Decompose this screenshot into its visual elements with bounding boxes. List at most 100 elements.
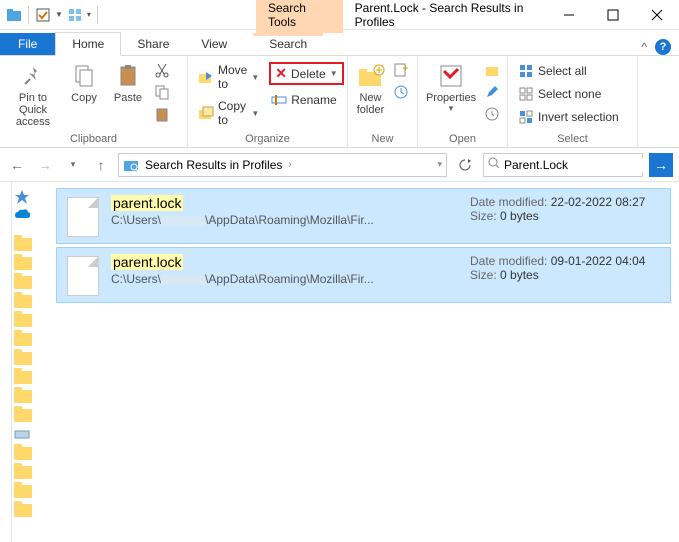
tree-folder[interactable] xyxy=(14,466,36,482)
address-dropdown-icon[interactable]: ▾ xyxy=(437,159,442,170)
group-label: Open xyxy=(418,133,507,145)
search-icon xyxy=(488,157,500,172)
tree-folder[interactable] xyxy=(14,314,36,330)
tab-home[interactable]: Home xyxy=(55,32,121,56)
delete-button[interactable]: ✕ Delete ▼ xyxy=(269,62,343,85)
group-label: New xyxy=(348,133,417,145)
quick-access-icon[interactable] xyxy=(14,189,36,205)
tree-drive-icon[interactable] xyxy=(14,428,36,444)
search-input[interactable] xyxy=(504,158,659,172)
content-area: parent.lock C:\Users\\AppData\Roaming\Mo… xyxy=(0,182,679,542)
new-item-icon[interactable] xyxy=(393,62,409,81)
edit-icon[interactable] xyxy=(484,84,500,103)
tree-folder[interactable] xyxy=(14,257,36,273)
tree-folder[interactable] xyxy=(14,352,36,368)
file-tab[interactable]: File xyxy=(0,33,55,55)
copy-button[interactable]: Copy xyxy=(66,62,102,104)
navigation-bar: ← → ▾ ↑ Search Results in Profiles › ▾ ✕… xyxy=(0,148,679,182)
tree-folder[interactable] xyxy=(14,504,36,520)
group-label: Clipboard xyxy=(0,133,187,145)
refresh-button[interactable] xyxy=(453,158,477,172)
select-all-button[interactable]: Select all xyxy=(516,62,621,80)
properties-button[interactable]: Properties ▼ xyxy=(426,62,476,113)
search-box[interactable]: ✕ xyxy=(483,153,643,177)
result-item[interactable]: parent.lock C:\Users\\AppData\Roaming\Mo… xyxy=(56,247,671,303)
easy-access-icon[interactable] xyxy=(393,84,409,103)
tree-folder[interactable] xyxy=(14,333,36,349)
delete-x-icon: ✕ xyxy=(275,65,287,82)
invert-icon xyxy=(518,109,534,125)
tab-share[interactable]: Share xyxy=(121,33,185,55)
pin-button[interactable]: Pin to Quick access xyxy=(8,62,58,128)
help-icon[interactable]: ? xyxy=(655,39,671,55)
tree-folder[interactable] xyxy=(14,276,36,292)
file-icon xyxy=(67,197,99,237)
back-button[interactable]: ← xyxy=(6,154,28,176)
rename-icon xyxy=(271,92,287,108)
tree-folder[interactable] xyxy=(14,371,36,387)
quick-access-toolbar: ▼ ▾ xyxy=(0,6,106,24)
maximize-button[interactable] xyxy=(591,0,635,30)
qat-dropdown-icon[interactable]: ▾ xyxy=(87,10,91,19)
group-open: Properties ▼ Open xyxy=(418,56,508,147)
tab-view[interactable]: View xyxy=(185,33,243,55)
select-none-button[interactable]: Select none xyxy=(516,85,621,103)
breadcrumb-chevron-icon[interactable]: › xyxy=(288,159,291,170)
paste-label: Paste xyxy=(114,92,142,104)
file-icon xyxy=(67,256,99,296)
redacted xyxy=(161,216,205,226)
title-bar: ▼ ▾ Search Tools Parent.Lock - Search Re… xyxy=(0,0,679,30)
divider xyxy=(28,6,29,24)
close-button[interactable] xyxy=(635,0,679,30)
open-icon[interactable] xyxy=(484,62,500,81)
copy-to-icon xyxy=(198,105,214,121)
history-icon[interactable] xyxy=(484,106,500,125)
onedrive-icon[interactable] xyxy=(14,208,36,224)
result-filename: parent.lock xyxy=(111,254,183,270)
copy-label: Copy xyxy=(71,92,97,104)
move-to-button[interactable]: Move to ▼ xyxy=(196,62,261,92)
results-list: parent.lock C:\Users\\AppData\Roaming\Mo… xyxy=(48,182,679,542)
select-none-icon xyxy=(518,86,534,102)
tree-folder[interactable] xyxy=(14,447,36,463)
group-select: Select all Select none Invert selection … xyxy=(508,56,638,147)
divider xyxy=(97,6,98,24)
ribbon: Pin to Quick access Copy Paste xyxy=(0,56,679,148)
tree-folder[interactable] xyxy=(14,485,36,501)
chevron-down-icon[interactable]: ▼ xyxy=(55,10,63,19)
left-gutter xyxy=(0,182,12,542)
result-meta: Date modified: 22-02-2022 08:27 Size: 0 … xyxy=(470,195,660,223)
copy-to-button[interactable]: Copy to ▼ xyxy=(196,98,261,128)
collapse-ribbon-icon[interactable]: ^ xyxy=(641,40,647,54)
select-all-icon xyxy=(518,63,534,79)
result-meta: Date modified: 09-01-2022 04:04 Size: 0 … xyxy=(470,254,660,282)
tree-folder[interactable] xyxy=(14,390,36,406)
tab-search[interactable]: Search xyxy=(253,33,323,55)
paste-button[interactable]: Paste xyxy=(110,62,146,104)
up-button[interactable]: ↑ xyxy=(90,154,112,176)
recent-dropdown[interactable]: ▾ xyxy=(62,154,84,176)
rename-button[interactable]: Rename xyxy=(269,91,343,109)
result-item[interactable]: parent.lock C:\Users\\AppData\Roaming\Mo… xyxy=(56,188,671,244)
forward-button[interactable]: → xyxy=(34,154,56,176)
chevron-down-icon: ▼ xyxy=(447,104,455,113)
result-path: C:\Users\\AppData\Roaming\Mozilla\Fir... xyxy=(111,213,458,227)
new-folder-button[interactable]: New folder xyxy=(356,62,385,116)
pin-label: Pin to Quick access xyxy=(8,92,58,128)
tree-folder[interactable] xyxy=(14,409,36,425)
address-text: Search Results in Profiles xyxy=(145,158,282,172)
cut-icon[interactable] xyxy=(154,62,170,81)
ribbon-tabs: File Home Share View Search ^ ? xyxy=(0,30,679,56)
minimize-button[interactable] xyxy=(547,0,591,30)
thumbnails-icon[interactable] xyxy=(67,7,83,23)
new-folder-icon xyxy=(357,62,385,90)
invert-selection-button[interactable]: Invert selection xyxy=(516,108,621,126)
copy-path-icon[interactable] xyxy=(154,84,170,103)
tree-folder[interactable] xyxy=(14,238,36,254)
checkbox-icon[interactable] xyxy=(35,7,51,23)
navigation-tree[interactable] xyxy=(12,182,48,542)
address-bar[interactable]: Search Results in Profiles › ▾ xyxy=(118,153,447,177)
search-go-button[interactable]: → xyxy=(649,153,673,177)
paste-shortcut-icon[interactable] xyxy=(154,106,170,125)
tree-folder[interactable] xyxy=(14,295,36,311)
